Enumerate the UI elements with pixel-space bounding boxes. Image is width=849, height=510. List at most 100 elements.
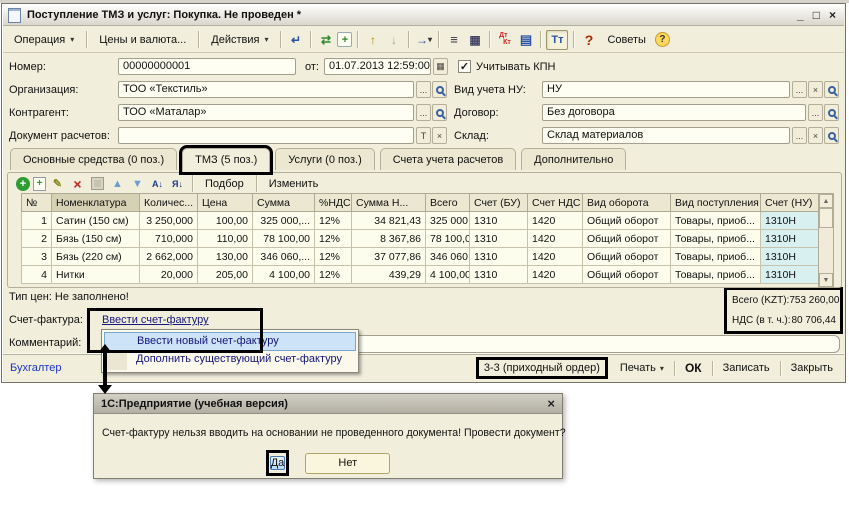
contractor-input[interactable]: ТОО «Маталар» <box>118 104 414 121</box>
table-cell[interactable]: 1420 <box>528 230 583 248</box>
table-cell[interactable]: 110,00 <box>198 230 253 248</box>
col-header[interactable]: Вид оборота <box>583 194 671 212</box>
table-cell[interactable]: 4 100,00 <box>426 266 470 284</box>
menu-item-append-invoice[interactable]: Дополнить существующий счет-фактуру <box>104 351 356 370</box>
table-cell[interactable]: 12% <box>315 248 352 266</box>
advice-button[interactable]: Советы <box>600 31 652 49</box>
settlement-doc-input[interactable] <box>118 127 414 144</box>
date-input[interactable]: 01.07.2013 12:59:00 <box>324 58 431 75</box>
table-cell[interactable]: 1420 <box>528 266 583 284</box>
refresh-icon[interactable]: ⇄ <box>316 31 335 49</box>
table-cell[interactable]: 2 <box>22 230 52 248</box>
col-header[interactable]: Счет (БУ) <box>470 194 528 212</box>
clear-button[interactable]: × <box>808 81 823 98</box>
invoice-enter-link[interactable]: Ввести счет-фактуру <box>102 314 209 326</box>
table-cell[interactable]: 205,00 <box>198 266 253 284</box>
save-button[interactable]: Записать <box>719 360 774 376</box>
table-cell[interactable]: 34 821,43 <box>352 212 426 230</box>
copy-document-icon[interactable]: + <box>337 32 352 47</box>
table-cell[interactable]: 8 367,86 <box>352 230 426 248</box>
magnifier-button[interactable] <box>432 104 447 121</box>
maximize-button[interactable]: □ <box>813 8 820 22</box>
table-cell[interactable]: Общий оборот <box>583 248 671 266</box>
table-cell[interactable]: 346 060,... <box>426 248 470 266</box>
col-header[interactable]: %НДС <box>315 194 352 212</box>
post-document-icon[interactable]: ↑ <box>363 31 382 49</box>
table-cell[interactable]: Сатин (150 см) <box>52 212 140 230</box>
order-print-button[interactable]: 3-3 (приходный ордер) <box>479 360 605 376</box>
table-row[interactable]: 1 Сатин (150 см) 3 250,000 100,00 325 00… <box>22 212 819 230</box>
table-cell[interactable]: Товары, приоб... <box>671 230 761 248</box>
magnifier-button[interactable] <box>824 104 839 121</box>
table-cell[interactable]: 1310Н <box>761 248 819 266</box>
ellipsis-button[interactable]: ... <box>416 81 431 98</box>
ellipsis-button[interactable]: ... <box>792 81 807 98</box>
close-window-button[interactable]: Закрыть <box>787 360 837 376</box>
table-cell[interactable]: 3 250,000 <box>140 212 198 230</box>
tab-tmz[interactable]: ТМЗ (5 поз.) <box>182 148 270 172</box>
ellipsis-button[interactable]: ... <box>808 104 823 121</box>
magnifier-button[interactable] <box>824 127 839 144</box>
scroll-up-icon[interactable]: ▲ <box>819 194 833 208</box>
minimize-button[interactable]: _ <box>797 8 804 22</box>
edit-row-icon[interactable]: ✎ <box>49 176 66 192</box>
sort-desc-icon[interactable]: Я↓ <box>169 176 186 192</box>
prices-currency-button[interactable]: Цены и валюта... <box>92 31 193 49</box>
table-cell[interactable]: 1 <box>22 212 52 230</box>
text-edit-button[interactable]: Т <box>416 127 431 144</box>
contract-input[interactable]: Без договора <box>542 104 806 121</box>
table-cell[interactable]: Бязь (220 см) <box>52 248 140 266</box>
warehouse-input[interactable]: Склад материалов <box>542 127 790 144</box>
delete-row-icon[interactable]: × <box>69 176 86 192</box>
move-down-icon[interactable]: ▼ <box>129 176 146 192</box>
table-row[interactable]: 3 Бязь (220 см) 2 662,000 130,00 346 060… <box>22 248 819 266</box>
actions-button[interactable]: Действия ▾ <box>204 31 275 49</box>
table-cell[interactable]: 1310Н <box>761 266 819 284</box>
yes-button[interactable]: Да <box>270 456 286 470</box>
ellipsis-button[interactable]: ... <box>416 104 431 121</box>
col-header[interactable]: Вид поступления <box>671 194 761 212</box>
table-cell[interactable]: Общий оборот <box>583 212 671 230</box>
table-cell[interactable]: 37 077,86 <box>352 248 426 266</box>
table-cell[interactable]: 439,29 <box>352 266 426 284</box>
kpn-checkbox[interactable]: ✓ <box>458 60 471 73</box>
table-cell[interactable]: Товары, приоб... <box>671 266 761 284</box>
col-header[interactable]: Сумма Н... <box>352 194 426 212</box>
add-row-icon[interactable]: + <box>16 177 30 191</box>
tab-settlement-accounts[interactable]: Счета учета расчетов <box>380 148 516 170</box>
clear-button[interactable]: × <box>808 127 823 144</box>
nu-input[interactable]: НУ <box>542 81 790 98</box>
table-cell[interactable]: 20,000 <box>140 266 198 284</box>
ok-button[interactable]: ОК <box>681 359 706 377</box>
table-cell[interactable]: 100,00 <box>198 212 253 230</box>
table-cell[interactable]: 1420 <box>528 212 583 230</box>
scroll-down-icon[interactable]: ▼ <box>819 273 833 287</box>
col-header[interactable]: Количес... <box>140 194 198 212</box>
table-cell[interactable]: 710,000 <box>140 230 198 248</box>
table-cell[interactable]: 1310 <box>470 266 528 284</box>
table-cell[interactable]: 346 060,... <box>253 248 315 266</box>
number-input[interactable]: 00000000001 <box>118 58 296 75</box>
pick-button[interactable]: Подбор <box>199 177 250 191</box>
col-header[interactable]: Сумма <box>253 194 315 212</box>
col-header[interactable]: Цена <box>198 194 253 212</box>
table-cell[interactable]: 1310Н <box>761 212 819 230</box>
tab-fixed-assets[interactable]: Основные средства (0 поз.) <box>10 148 177 170</box>
change-button[interactable]: Изменить <box>263 177 325 191</box>
table-cell[interactable]: Общий оборот <box>583 266 671 284</box>
magnifier-button[interactable] <box>824 81 839 98</box>
table-cell[interactable]: 12% <box>315 230 352 248</box>
magnifier-button[interactable] <box>432 81 447 98</box>
dialog-close-icon[interactable]: × <box>547 396 555 411</box>
vertical-scrollbar[interactable]: ▲ ▼ <box>818 193 834 288</box>
table-cell[interactable]: Товары, приоб... <box>671 248 761 266</box>
close-button[interactable]: × <box>829 8 836 22</box>
organization-input[interactable]: ТОО «Текстиль» <box>118 81 414 98</box>
table-cell[interactable]: 12% <box>315 212 352 230</box>
table-cell[interactable]: 1310 <box>470 248 528 266</box>
table-cell[interactable]: 12% <box>315 266 352 284</box>
create-based-on-icon[interactable]: →▾ <box>414 31 433 49</box>
table-cell[interactable]: 1310 <box>470 212 528 230</box>
tab-services[interactable]: Услуги (0 поз.) <box>275 148 374 170</box>
settings-grid-icon[interactable]: ▦ <box>465 31 484 49</box>
